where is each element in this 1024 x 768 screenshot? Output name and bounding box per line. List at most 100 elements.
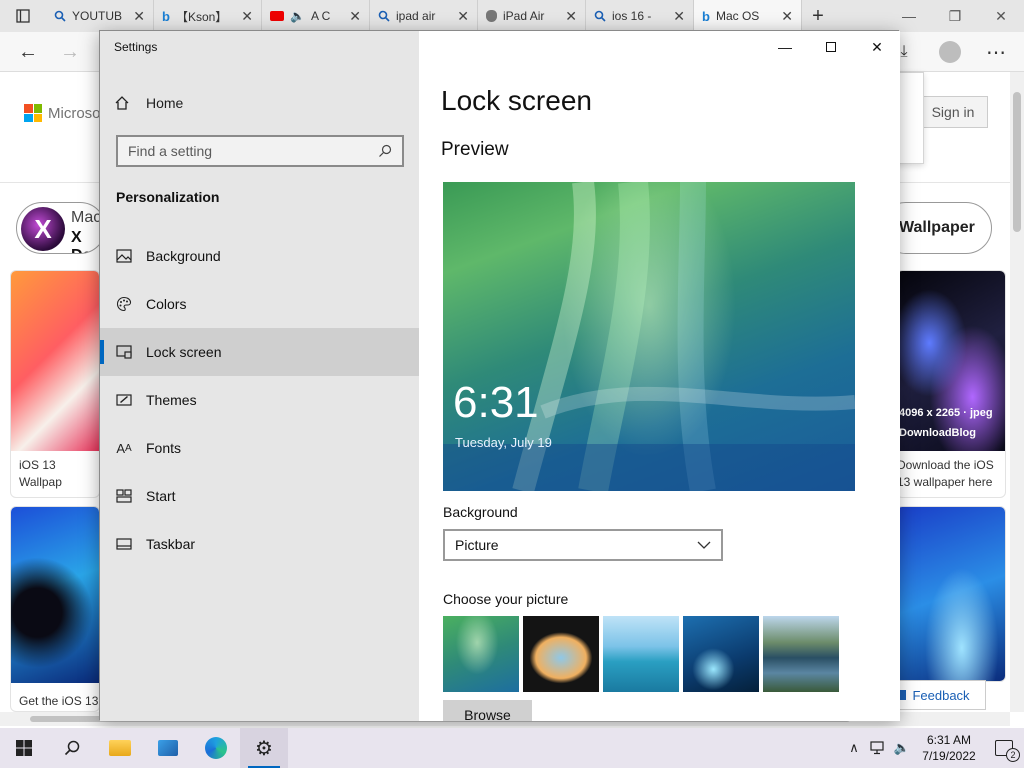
themes-icon [116, 392, 132, 408]
image-result-card[interactable]: 4096 x 2265 · jpeg DownloadBlog Download… [896, 270, 1006, 498]
close-button[interactable]: ✕ [854, 31, 900, 63]
nav-item-taskbar[interactable]: Taskbar [100, 520, 419, 568]
close-icon[interactable]: ✕ [457, 8, 469, 25]
browser-tab[interactable]: ipad air ✕ [370, 0, 478, 32]
result-caption: Get the iOS 13 I [19, 694, 99, 708]
start-button[interactable] [0, 728, 48, 768]
close-icon[interactable]: ✕ [349, 8, 361, 25]
nav-item-start[interactable]: Start [100, 472, 419, 520]
system-tray: ∧ 🔈 6:31 AM 7/19/2022 2 [842, 728, 1024, 768]
nav-item-fonts[interactable]: AA Fonts [100, 424, 419, 472]
sign-in-button[interactable]: Sign in [918, 96, 988, 128]
edge-button[interactable] [192, 728, 240, 768]
image-result-card[interactable]: iOS 13 Wallpap [10, 270, 100, 498]
file-explorer-button[interactable] [96, 728, 144, 768]
vertical-scrollbar[interactable] [1010, 72, 1024, 712]
browser-tab[interactable]: ios 16 - ✕ [586, 0, 694, 32]
close-icon[interactable]: ✕ [133, 8, 145, 25]
picture-thumb-aurora[interactable] [443, 616, 519, 692]
chip-title: Mac [71, 209, 102, 226]
nav-item-lock-screen[interactable]: Lock screen [100, 328, 419, 376]
browser-tab[interactable]: iPad Air ✕ [478, 0, 586, 32]
back-button[interactable]: ← [16, 40, 40, 64]
arrow-right-icon: → [60, 40, 80, 63]
audio-playing-icon[interactable]: 🔈 [290, 9, 305, 23]
related-search-chip[interactable]: X Mac X De [16, 202, 106, 254]
browser-tab[interactable]: YOUTUB ✕ [46, 0, 154, 32]
chip-thumbnail: X [21, 207, 65, 251]
browser-tab[interactable]: b 【Kson】 ✕ [154, 0, 262, 32]
edge-icon [205, 737, 227, 759]
restore-button[interactable]: ❐ [932, 0, 978, 32]
preview-time: 6:31 [453, 378, 539, 427]
picture-thumb-glass[interactable] [603, 616, 679, 692]
settings-content: — ✕ Lock screen Preview 6:31 Tuesday, Ju… [419, 31, 900, 721]
nav-item-background[interactable]: Background [100, 232, 419, 280]
search-icon [379, 144, 392, 157]
folder-icon [109, 740, 131, 756]
photos-icon [158, 740, 178, 756]
background-dropdown[interactable]: Picture [443, 529, 723, 561]
image-source: DownloadBlog [899, 427, 976, 439]
close-icon[interactable]: ✕ [565, 8, 577, 25]
search-icon [64, 740, 80, 756]
youtube-icon [270, 11, 284, 21]
new-tab-button[interactable]: + [802, 0, 834, 32]
background-label: Background [443, 504, 518, 520]
volume-icon[interactable]: 🔈 [890, 728, 914, 768]
microsoft-logo[interactable]: Microso [24, 104, 101, 122]
plus-icon: + [812, 4, 824, 27]
nav-item-themes[interactable]: Themes [100, 376, 419, 424]
home-label: Home [146, 95, 184, 111]
chevron-up-icon[interactable]: ∧ [842, 728, 866, 768]
search-button[interactable] [48, 728, 96, 768]
search-icon [378, 10, 390, 22]
browser-tab-active[interactable]: b Mac OS ✕ [694, 0, 802, 32]
apple-icon [486, 10, 497, 22]
close-icon[interactable]: ✕ [673, 8, 685, 25]
more-menu-button[interactable]: ⋯ [984, 40, 1008, 64]
home-nav-item[interactable]: Home [114, 91, 183, 115]
tab-actions-button[interactable] [0, 0, 46, 32]
photos-app-button[interactable] [144, 728, 192, 768]
close-button[interactable]: ✕ [978, 0, 1024, 32]
result-image [897, 271, 1005, 451]
preview-heading: Preview [441, 139, 509, 160]
more-icon: ⋯ [986, 41, 1006, 64]
profile-button[interactable] [938, 40, 962, 64]
close-icon[interactable]: ✕ [241, 8, 253, 25]
tab-actions-icon [16, 9, 30, 23]
picture-thumb-lake[interactable] [763, 616, 839, 692]
result-image [897, 507, 1005, 681]
nav-label: Lock screen [146, 344, 222, 360]
nav-item-colors[interactable]: Colors [100, 280, 419, 328]
settings-app-button[interactable]: ⚙ [240, 728, 288, 768]
forward-button[interactable]: → [58, 40, 82, 64]
maximize-button[interactable] [808, 31, 854, 63]
nav-label: Start [146, 488, 176, 504]
search-input[interactable] [128, 143, 378, 159]
picture-thumb-cave[interactable] [523, 616, 599, 692]
close-icon[interactable]: ✕ [781, 8, 793, 25]
notifications-button[interactable]: 2 [984, 728, 1024, 768]
minimize-button[interactable]: — [762, 31, 808, 63]
picture-thumb-underwater[interactable] [683, 616, 759, 692]
minimize-button[interactable]: — [886, 0, 932, 32]
download-icon: ⤓ [900, 43, 908, 60]
tab-title: YOUTUB [72, 9, 123, 23]
clock[interactable]: 6:31 AM 7/19/2022 [914, 732, 984, 764]
image-result-card[interactable] [896, 506, 1006, 682]
tab-title: Mac OS [715, 9, 760, 23]
network-icon[interactable] [866, 728, 890, 768]
browser-tab[interactable]: 🔈 A C ✕ [262, 0, 370, 32]
result-image [11, 271, 99, 451]
search-box[interactable] [116, 135, 404, 167]
search-icon [594, 10, 606, 22]
fonts-icon: AA [116, 440, 132, 456]
bing-icon: b [702, 8, 710, 24]
settings-window: Settings Home Personalization Background… [99, 30, 900, 721]
image-result-card[interactable]: Get the iOS 13 I [10, 506, 100, 712]
picture-thumbnails [443, 616, 839, 692]
browse-button[interactable]: Browse [443, 700, 532, 721]
scrollbar-thumb[interactable] [1013, 92, 1021, 232]
